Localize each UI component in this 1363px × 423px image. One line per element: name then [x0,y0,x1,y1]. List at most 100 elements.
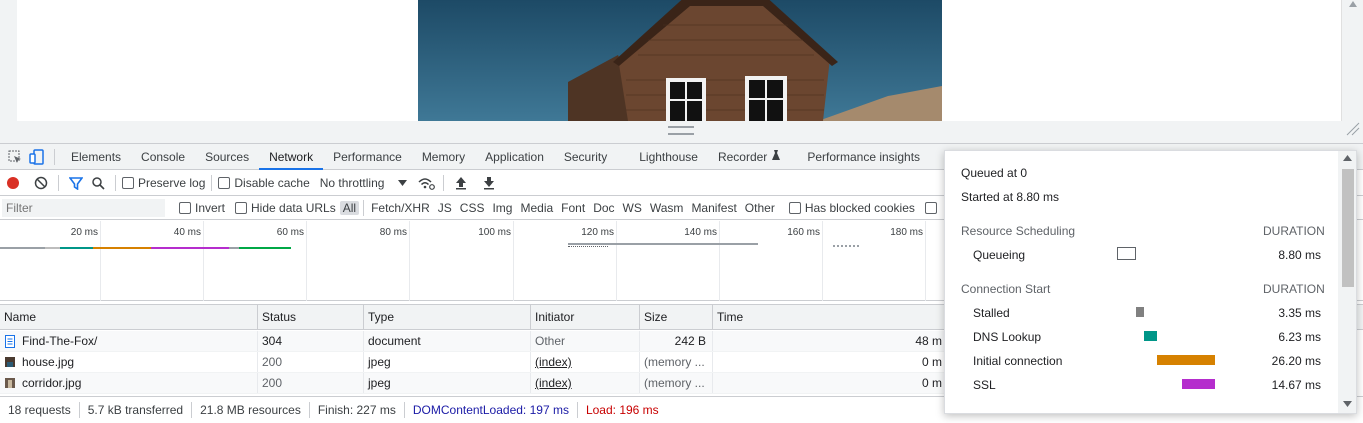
timing-bar-queueing [1117,247,1136,260]
table-row[interactable]: Find-The-Fox/ 304 document Other 242 B 4… [0,331,944,352]
page-viewport [0,0,1363,143]
scroll-up-icon[interactable] [1343,155,1352,161]
scroll-down-icon[interactable] [1343,401,1352,407]
filter-type-manifest[interactable]: Manifest [688,201,739,215]
checkbox-box[interactable] [788,202,801,214]
filter-type-img[interactable]: Img [489,201,515,215]
tab-security[interactable]: Security [554,144,617,170]
export-har-icon[interactable] [478,172,500,194]
invert-checkbox[interactable]: Invert [179,201,225,215]
tab-performance-insights[interactable]: Performance insights [797,144,930,170]
popover-scrollbar[interactable] [1338,151,1356,413]
column-header-name[interactable]: Name [0,305,258,329]
filter-type-ws[interactable]: WS [620,201,645,215]
tab-sources[interactable]: Sources [195,144,259,170]
overview-bar-stalled [229,247,239,249]
document-icon [5,334,15,348]
page-scrollbar[interactable] [1342,0,1363,143]
overview-bar-stalled [0,247,45,249]
filter-type-media[interactable]: Media [517,201,556,215]
column-header-initiator[interactable]: Initiator [531,305,640,329]
throttling-select[interactable]: No throttling [320,176,408,190]
overview-gridline [925,221,926,301]
table-row[interactable]: house.jpg 200 jpeg (index) (memory ... 0… [0,352,944,373]
overview-tick-label: 40 ms [173,227,201,238]
scrollbar-thumb[interactable] [1342,169,1354,287]
filter-type-font[interactable]: Font [558,201,588,215]
tab-elements[interactable]: Elements [61,144,131,170]
request-name-cell: house.jpg [0,352,258,372]
column-header-status[interactable]: Status [258,305,364,329]
tab-network[interactable]: Network [259,144,324,170]
checkbox-box[interactable] [218,176,231,189]
filter-icon[interactable] [65,172,87,194]
inspect-element-icon[interactable] [4,146,26,168]
record-icon[interactable] [2,172,24,194]
timing-value: 14.67 ms [1271,378,1321,392]
filter-type-css[interactable]: CSS [457,201,488,215]
tab-recorder[interactable]: Recorder [708,144,771,170]
filter-type-wasm[interactable]: Wasm [647,201,687,215]
resources-size: 21.8 MB resources [192,402,310,418]
checkbox-box[interactable] [122,176,134,189]
dropdown-arrow-icon [398,179,408,186]
timing-value: 8.80 ms [1278,248,1321,262]
overview-tick-label: 180 ms [890,227,923,238]
tab-console[interactable]: Console [131,144,195,170]
image-thumbnail-icon [5,378,15,388]
preserve-log-checkbox[interactable]: Preserve log [122,176,205,190]
has-blocked-cookies-label: Has blocked cookies [804,201,915,215]
has-blocked-cookies-checkbox[interactable]: Has blocked cookies [788,201,915,215]
column-header-size[interactable]: Size [640,305,713,329]
disable-cache-label: Disable cache [234,175,310,190]
request-name: corridor.jpg [22,376,82,390]
started-at-text: Started at 8.80 ms [961,190,1060,204]
timing-label: SSL [973,378,996,392]
column-header-time[interactable]: Time [713,305,944,329]
filter-type-fetch-xhr[interactable]: Fetch/XHR [368,201,433,215]
import-har-icon[interactable] [450,172,472,194]
duration-header: DURATION [1263,224,1325,238]
device-toolbar-icon[interactable] [26,146,48,168]
devtools-resize-handle[interactable] [668,126,694,135]
request-initiator-link[interactable]: (index) [531,373,640,393]
checkbox-box[interactable] [179,202,191,214]
filter-type-all[interactable]: All [339,201,360,215]
queued-at-text: Queued at 0 [961,166,1028,180]
request-type: jpeg [364,373,531,393]
tab-application[interactable]: Application [475,144,554,170]
section-title: Connection Start [961,282,1051,296]
overview-gridline [616,221,617,301]
tab-performance[interactable]: Performance [323,144,412,170]
network-conditions-icon[interactable] [415,172,437,194]
checkbox-box[interactable] [924,202,937,214]
timing-bar-initial-connection [1157,355,1215,365]
tab-memory[interactable]: Memory [412,144,475,170]
overview-tick-label: 140 ms [684,227,717,238]
search-icon[interactable] [87,172,109,194]
corner-resize-icon[interactable] [1344,122,1360,136]
request-initiator-link[interactable]: (index) [531,352,640,372]
column-header-type[interactable]: Type [364,305,531,329]
clear-icon[interactable] [30,172,52,194]
overview-tick-label: 20 ms [70,227,98,238]
filter-type-doc[interactable]: Doc [590,201,617,215]
request-type: jpeg [364,352,531,372]
disable-cache-checkbox[interactable]: Disable cache [218,175,310,190]
timing-label: Stalled [973,306,1010,320]
overview-tick-label: 60 ms [276,227,304,238]
filter-type-js[interactable]: JS [435,201,455,215]
tab-lighthouse[interactable]: Lighthouse [629,144,708,170]
separator [58,174,59,191]
hide-data-urls-checkbox[interactable]: Hide data URLs [235,201,336,215]
separator [54,148,55,165]
timing-value: 6.23 ms [1278,330,1321,344]
filter-type-other[interactable]: Other [742,201,778,215]
checkbox-box[interactable] [235,202,248,214]
separator [363,200,365,216]
preserve-log-label: Preserve log [138,175,206,190]
timing-label: DNS Lookup [973,330,1042,344]
filter-input[interactable] [2,199,165,217]
table-row[interactable]: corridor.jpg 200 jpeg (index) (memory ..… [0,373,944,394]
request-type: document [364,331,531,351]
